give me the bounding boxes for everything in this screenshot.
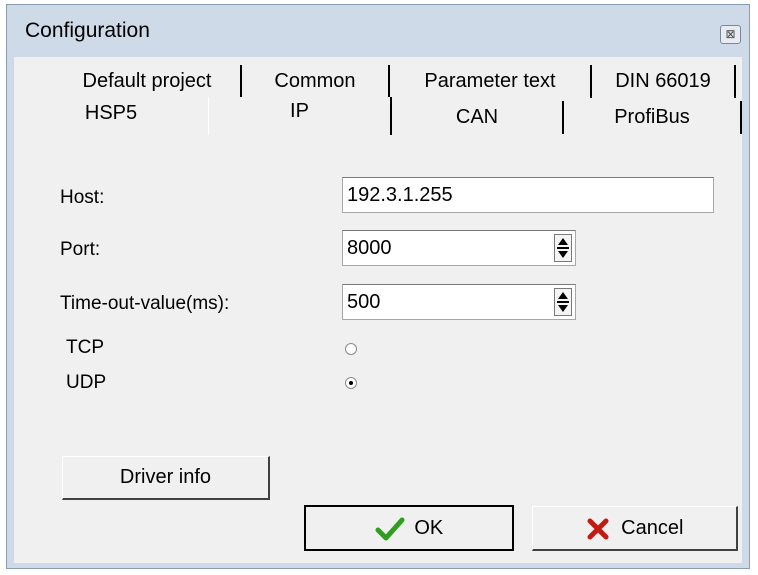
title-bar[interactable]: Configuration ⊠ bbox=[7, 5, 749, 55]
arrow-up-icon[interactable] bbox=[558, 238, 568, 245]
close-button[interactable]: ⊠ bbox=[720, 25, 741, 44]
cancel-label: Cancel bbox=[621, 517, 684, 539]
tcp-label: TCP bbox=[66, 337, 104, 358]
tab-ip[interactable]: IP bbox=[208, 97, 392, 135]
tcp-radio[interactable] bbox=[345, 343, 357, 355]
tab-din-66019[interactable]: DIN 66019 bbox=[592, 65, 736, 98]
tab-label: HSP5 bbox=[84, 102, 138, 124]
port-value: 8000 bbox=[347, 237, 392, 259]
tab-label: ProfiBus bbox=[614, 106, 690, 128]
configuration-dialog: Configuration ⊠ Default project Common P… bbox=[6, 4, 750, 569]
check-icon bbox=[375, 517, 405, 541]
port-label: Port: bbox=[60, 239, 101, 260]
timeout-spin-arrows[interactable] bbox=[554, 288, 572, 316]
driver-info-label: Driver info bbox=[119, 466, 212, 488]
tab-common[interactable]: Common bbox=[242, 65, 390, 98]
timeout-label: Time-out-value(ms): bbox=[60, 293, 230, 314]
driver-info-button[interactable]: Driver info bbox=[62, 456, 270, 500]
cancel-button[interactable]: Cancel bbox=[532, 506, 738, 551]
tab-parameter-text[interactable]: Parameter text bbox=[390, 65, 592, 98]
tab-hsp5[interactable]: HSP5 bbox=[14, 97, 208, 130]
tab-label: Common bbox=[274, 70, 356, 92]
radio-selected-dot bbox=[349, 381, 353, 385]
ok-button[interactable]: OK bbox=[304, 505, 514, 551]
arrow-down-icon[interactable] bbox=[558, 251, 568, 258]
timeout-value: 500 bbox=[347, 291, 381, 313]
tab-can[interactable]: CAN bbox=[392, 101, 564, 134]
udp-radio[interactable] bbox=[345, 377, 357, 389]
ok-label: OK bbox=[414, 517, 444, 539]
tab-label: Parameter text bbox=[424, 70, 556, 92]
dialog-client-area: Default project Common Parameter text DI… bbox=[14, 57, 742, 563]
x-icon bbox=[587, 518, 609, 540]
tab-profibus[interactable]: ProfiBus bbox=[564, 101, 742, 134]
host-input[interactable]: 192.3.1.255 bbox=[342, 177, 714, 213]
tab-label: IP bbox=[290, 100, 309, 122]
tab-label: Default project bbox=[82, 70, 212, 92]
tab-default-project[interactable]: Default project bbox=[54, 65, 242, 98]
window-title: Configuration bbox=[25, 19, 150, 42]
timeout-stepper[interactable]: 500 bbox=[342, 284, 576, 320]
host-label: Host: bbox=[60, 187, 105, 208]
arrow-up-icon[interactable] bbox=[558, 292, 568, 299]
close-icon: ⊠ bbox=[725, 27, 736, 41]
udp-label: UDP bbox=[66, 372, 107, 393]
arrow-down-icon[interactable] bbox=[558, 305, 568, 312]
port-stepper[interactable]: 8000 bbox=[342, 230, 576, 266]
tab-label: CAN bbox=[455, 106, 499, 128]
port-spin-arrows[interactable] bbox=[554, 234, 572, 262]
tab-label: DIN 66019 bbox=[615, 70, 711, 92]
